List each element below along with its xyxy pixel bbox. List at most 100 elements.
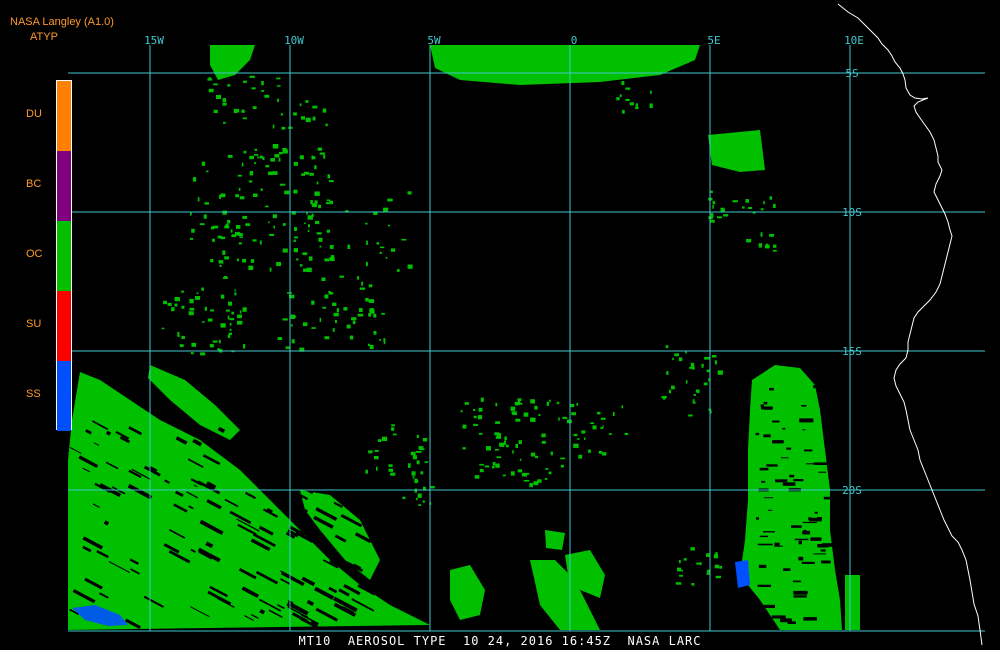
aerosol-pixel-oc [294, 236, 298, 239]
aerosol-pixel-oc [285, 346, 290, 349]
aerosol-pixel-oc [410, 451, 416, 456]
aerosol-gap [813, 553, 826, 555]
aerosol-pixel-oc [217, 235, 223, 239]
aerosol-pixel-oc [680, 569, 683, 572]
aerosol-pixel-oc [181, 335, 185, 339]
aerosol-pixel-oc [181, 290, 184, 293]
aerosol-pixel-oc [309, 172, 314, 176]
aerosol-pixel-oc [282, 318, 288, 321]
aerosol-pixel-oc [257, 156, 260, 159]
aerosol-pixel-oc [590, 422, 595, 425]
aerosol-pixel-oc [703, 382, 708, 386]
aerosol-pixel-oc [422, 500, 425, 503]
aerosol-pixel-oc [268, 171, 273, 176]
aerosol-pixel-oc [460, 410, 463, 413]
aerosol-gap [805, 463, 820, 465]
aerosol-pixel-oc [390, 472, 396, 476]
aerosol-pixel-oc [376, 466, 378, 471]
aerosol-pixel-oc [282, 223, 286, 226]
aerosol-pixel-oc [515, 444, 518, 448]
aerosol-gap [768, 509, 773, 511]
longitude-label: 10W [284, 34, 304, 47]
aerosol-pixel-oc [588, 449, 591, 453]
color-legend [56, 80, 72, 431]
aerosol-pixel-oc [495, 421, 501, 424]
aerosol-pixel-oc [763, 201, 765, 205]
aerosol-pixel-oc [308, 224, 310, 228]
aerosol-pixel-oc [299, 264, 303, 267]
aerosol-pixel-oc [720, 207, 725, 212]
aerosol-gap [823, 417, 833, 421]
aerosol-pixel-oc [712, 205, 714, 209]
aerosol-pixel-oc [712, 355, 717, 358]
aerosol-pixel-oc [366, 240, 368, 245]
aerosol-gap [759, 535, 768, 538]
aerosol-region-oc [450, 565, 485, 620]
aerosol-pixel-oc [530, 417, 536, 422]
aerosol-pixel-oc [216, 95, 222, 99]
aerosol-pixel-oc [678, 560, 681, 564]
aerosol-pixel-oc [299, 103, 302, 107]
aerosol-pixel-oc [213, 225, 219, 229]
aerosol-gap [823, 496, 831, 500]
aerosol-pixel-oc [747, 207, 753, 209]
aerosol-pixel-oc [204, 202, 209, 205]
aerosol-pixel-oc [712, 201, 716, 205]
aerosol-gap [763, 434, 771, 438]
aerosol-gap [772, 440, 784, 444]
aerosol-gap [821, 560, 831, 564]
aerosol-pixel-oc [473, 415, 477, 419]
aerosol-pixel-oc [213, 109, 218, 113]
longitude-label: 5W [427, 34, 441, 47]
aerosol-pixel-oc [368, 343, 370, 347]
aerosol-gap [757, 543, 773, 546]
aerosol-pixel-oc [546, 401, 549, 406]
aerosol-pixel-oc [365, 222, 368, 225]
aerosol-gap [771, 615, 786, 619]
aerosol-pixel-oc [242, 307, 247, 312]
aerosol-pixel-oc [495, 402, 498, 407]
aerosol-gap [359, 479, 384, 493]
aerosol-gap [802, 429, 806, 431]
aerosol-pixel-oc [480, 397, 484, 402]
aerosol-pixel-oc [333, 312, 339, 317]
aerosol-pixel-oc [264, 94, 270, 98]
aerosol-pixel-oc [220, 323, 226, 328]
aerosol-pixel-oc [745, 199, 749, 203]
aerosol-pixel-oc [293, 315, 297, 318]
aerosol-pixel-oc [359, 308, 363, 313]
aerosol-pixel-oc [311, 213, 314, 217]
latitude-label: 5S [845, 67, 858, 80]
aerosol-gap [297, 476, 303, 480]
aerosol-gap [818, 471, 826, 473]
aerosol-pixel-oc [692, 399, 695, 402]
aerosol-pixel-oc [361, 281, 364, 286]
aerosol-pixel-oc [592, 425, 597, 430]
aerosol-pixel-oc [237, 174, 242, 177]
aerosol-pixel-oc [332, 328, 335, 332]
aerosol-pixel-oc [529, 482, 533, 488]
aerosol-pixel-oc [544, 478, 548, 480]
aerosol-gap [756, 517, 759, 520]
aerosol-pixel-oc [407, 191, 412, 195]
aerosol-gap [782, 482, 796, 486]
aerosol-pixel-oc [741, 206, 745, 209]
aerosol-pixel-oc [495, 436, 501, 439]
aerosol-pixel-oc [218, 339, 221, 344]
aerosol-pixel-oc [303, 222, 306, 225]
aerosol-gap [789, 474, 795, 478]
aerosol-pixel-oc [252, 106, 257, 109]
product-title: ATYP [30, 31, 58, 43]
aerosol-pixel-oc [678, 357, 683, 362]
aerosol-pixel-oc [381, 312, 385, 315]
aerosol-pixel-oc [688, 414, 693, 417]
aerosol-pixel-oc [231, 234, 237, 238]
aerosol-pixel-oc [695, 389, 700, 393]
aerosol-pixel-oc [666, 371, 669, 375]
aerosol-pixel-oc [249, 75, 255, 78]
aerosol-pixel-oc [277, 98, 279, 102]
aerosol-pixel-oc [385, 256, 388, 259]
aerosol-pixel-oc [526, 472, 530, 475]
aerosol-gap [793, 595, 807, 598]
aerosol-pixel-oc [391, 424, 395, 427]
